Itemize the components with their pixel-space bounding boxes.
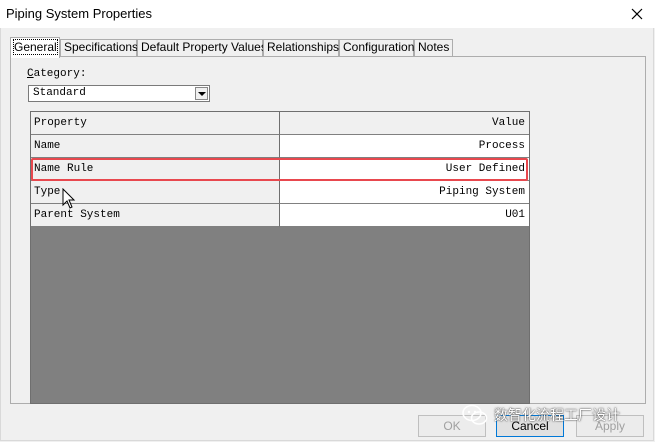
property-value-cell[interactable]: U01 [280, 204, 529, 227]
apply-button[interactable]: Apply [576, 415, 644, 437]
category-label: Category: [27, 68, 86, 80]
table-row[interactable]: Parent System U01 [31, 204, 529, 227]
table-row[interactable]: Name Rule User Defined [31, 158, 529, 181]
tab-default-property-values-label: Default Property Values [141, 40, 267, 54]
tab-relationships-label: Relationships [267, 40, 340, 54]
window-title: Piping System Properties [6, 6, 152, 21]
property-grid: Property Value Name Process Name Rule Us… [30, 111, 530, 404]
property-value-cell[interactable]: Process [280, 135, 529, 158]
property-value-cell[interactable]: User Defined [280, 158, 529, 181]
category-label-rest: ategory: [33, 68, 87, 80]
tab-notes-label: Notes [418, 40, 450, 54]
ok-button[interactable]: OK [418, 415, 486, 437]
property-value-cell[interactable]: Piping System [280, 181, 529, 204]
tab-relationships[interactable]: Relationships [263, 39, 339, 56]
tab-configuration[interactable]: Configuration [339, 39, 414, 56]
close-icon [631, 8, 643, 20]
grid-header-property: Property [31, 112, 280, 135]
tab-configuration-label: Configuration [343, 40, 415, 54]
tab-specifications-label: Specifications [64, 40, 139, 54]
category-dropdown[interactable]: Standard [28, 85, 210, 102]
table-row[interactable]: Type Piping System [31, 181, 529, 204]
grid-header-value: Value [280, 112, 529, 135]
tab-specifications[interactable]: Specifications [60, 39, 139, 56]
property-name-cell: Name [31, 135, 280, 158]
category-dropdown-value: Standard [33, 87, 86, 99]
grid-header-row: Property Value [31, 112, 529, 135]
tab-general-label: General [13, 39, 58, 55]
property-name-cell: Name Rule [31, 158, 280, 181]
category-label-hotkey: C [27, 68, 34, 80]
title-bar: Piping System Properties [0, 0, 655, 28]
chevron-down-icon[interactable] [195, 87, 208, 100]
close-button[interactable] [619, 0, 655, 28]
table-row[interactable]: Name Process [31, 135, 529, 158]
cancel-button[interactable]: Cancel [496, 415, 564, 437]
mouse-pointer-icon [62, 188, 76, 209]
tab-general[interactable]: General [10, 37, 60, 58]
tab-notes[interactable]: Notes [414, 39, 453, 56]
tab-default-property-values[interactable]: Default Property Values [137, 39, 267, 56]
